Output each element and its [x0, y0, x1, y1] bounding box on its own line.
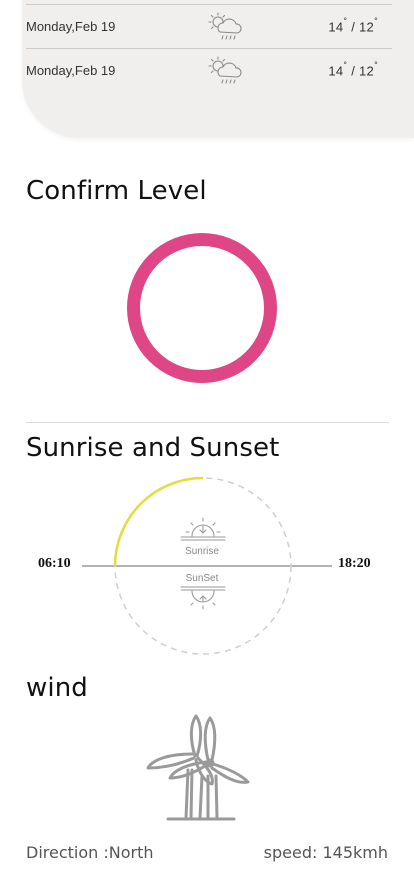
- confirm-level-title: Confirm Level: [26, 176, 207, 206]
- wind-turbine-icon: [146, 714, 250, 821]
- sunset-label: SunSet: [185, 573, 219, 584]
- sunrise-sunset-title: Sunrise and Sunset: [26, 433, 280, 463]
- sunset-icon: [180, 586, 226, 610]
- confirm-level-ring: [127, 233, 277, 383]
- forecast-date: Monday,Feb 19: [26, 63, 116, 78]
- divider: [26, 422, 389, 423]
- forecast-card: Monday,Feb 19 14° / 12° Monday,Feb 19 14…: [22, 0, 414, 138]
- sunrise-label: Sunrise: [185, 546, 219, 557]
- forecast-temperature: 14° / 12°: [328, 16, 378, 35]
- forecast-date: Monday,Feb 19: [26, 19, 116, 34]
- cloud-sun-rain-icon: [208, 55, 242, 84]
- wind-title: wind: [26, 673, 88, 703]
- sunset-time: 18:20: [338, 556, 371, 571]
- sunrise-time: 06:10: [38, 556, 71, 571]
- wind-speed: speed: 145kmh: [263, 843, 388, 862]
- forecast-row[interactable]: Monday,Feb 19 14° / 12°: [26, 4, 392, 49]
- forecast-row[interactable]: Monday,Feb 19 14° / 12°: [26, 49, 392, 92]
- forecast-temperature: 14° / 12°: [328, 60, 378, 79]
- wind-direction: Direction :North: [26, 843, 154, 862]
- cloud-sun-rain-icon: [208, 11, 242, 40]
- sunrise-icon: [180, 517, 226, 541]
